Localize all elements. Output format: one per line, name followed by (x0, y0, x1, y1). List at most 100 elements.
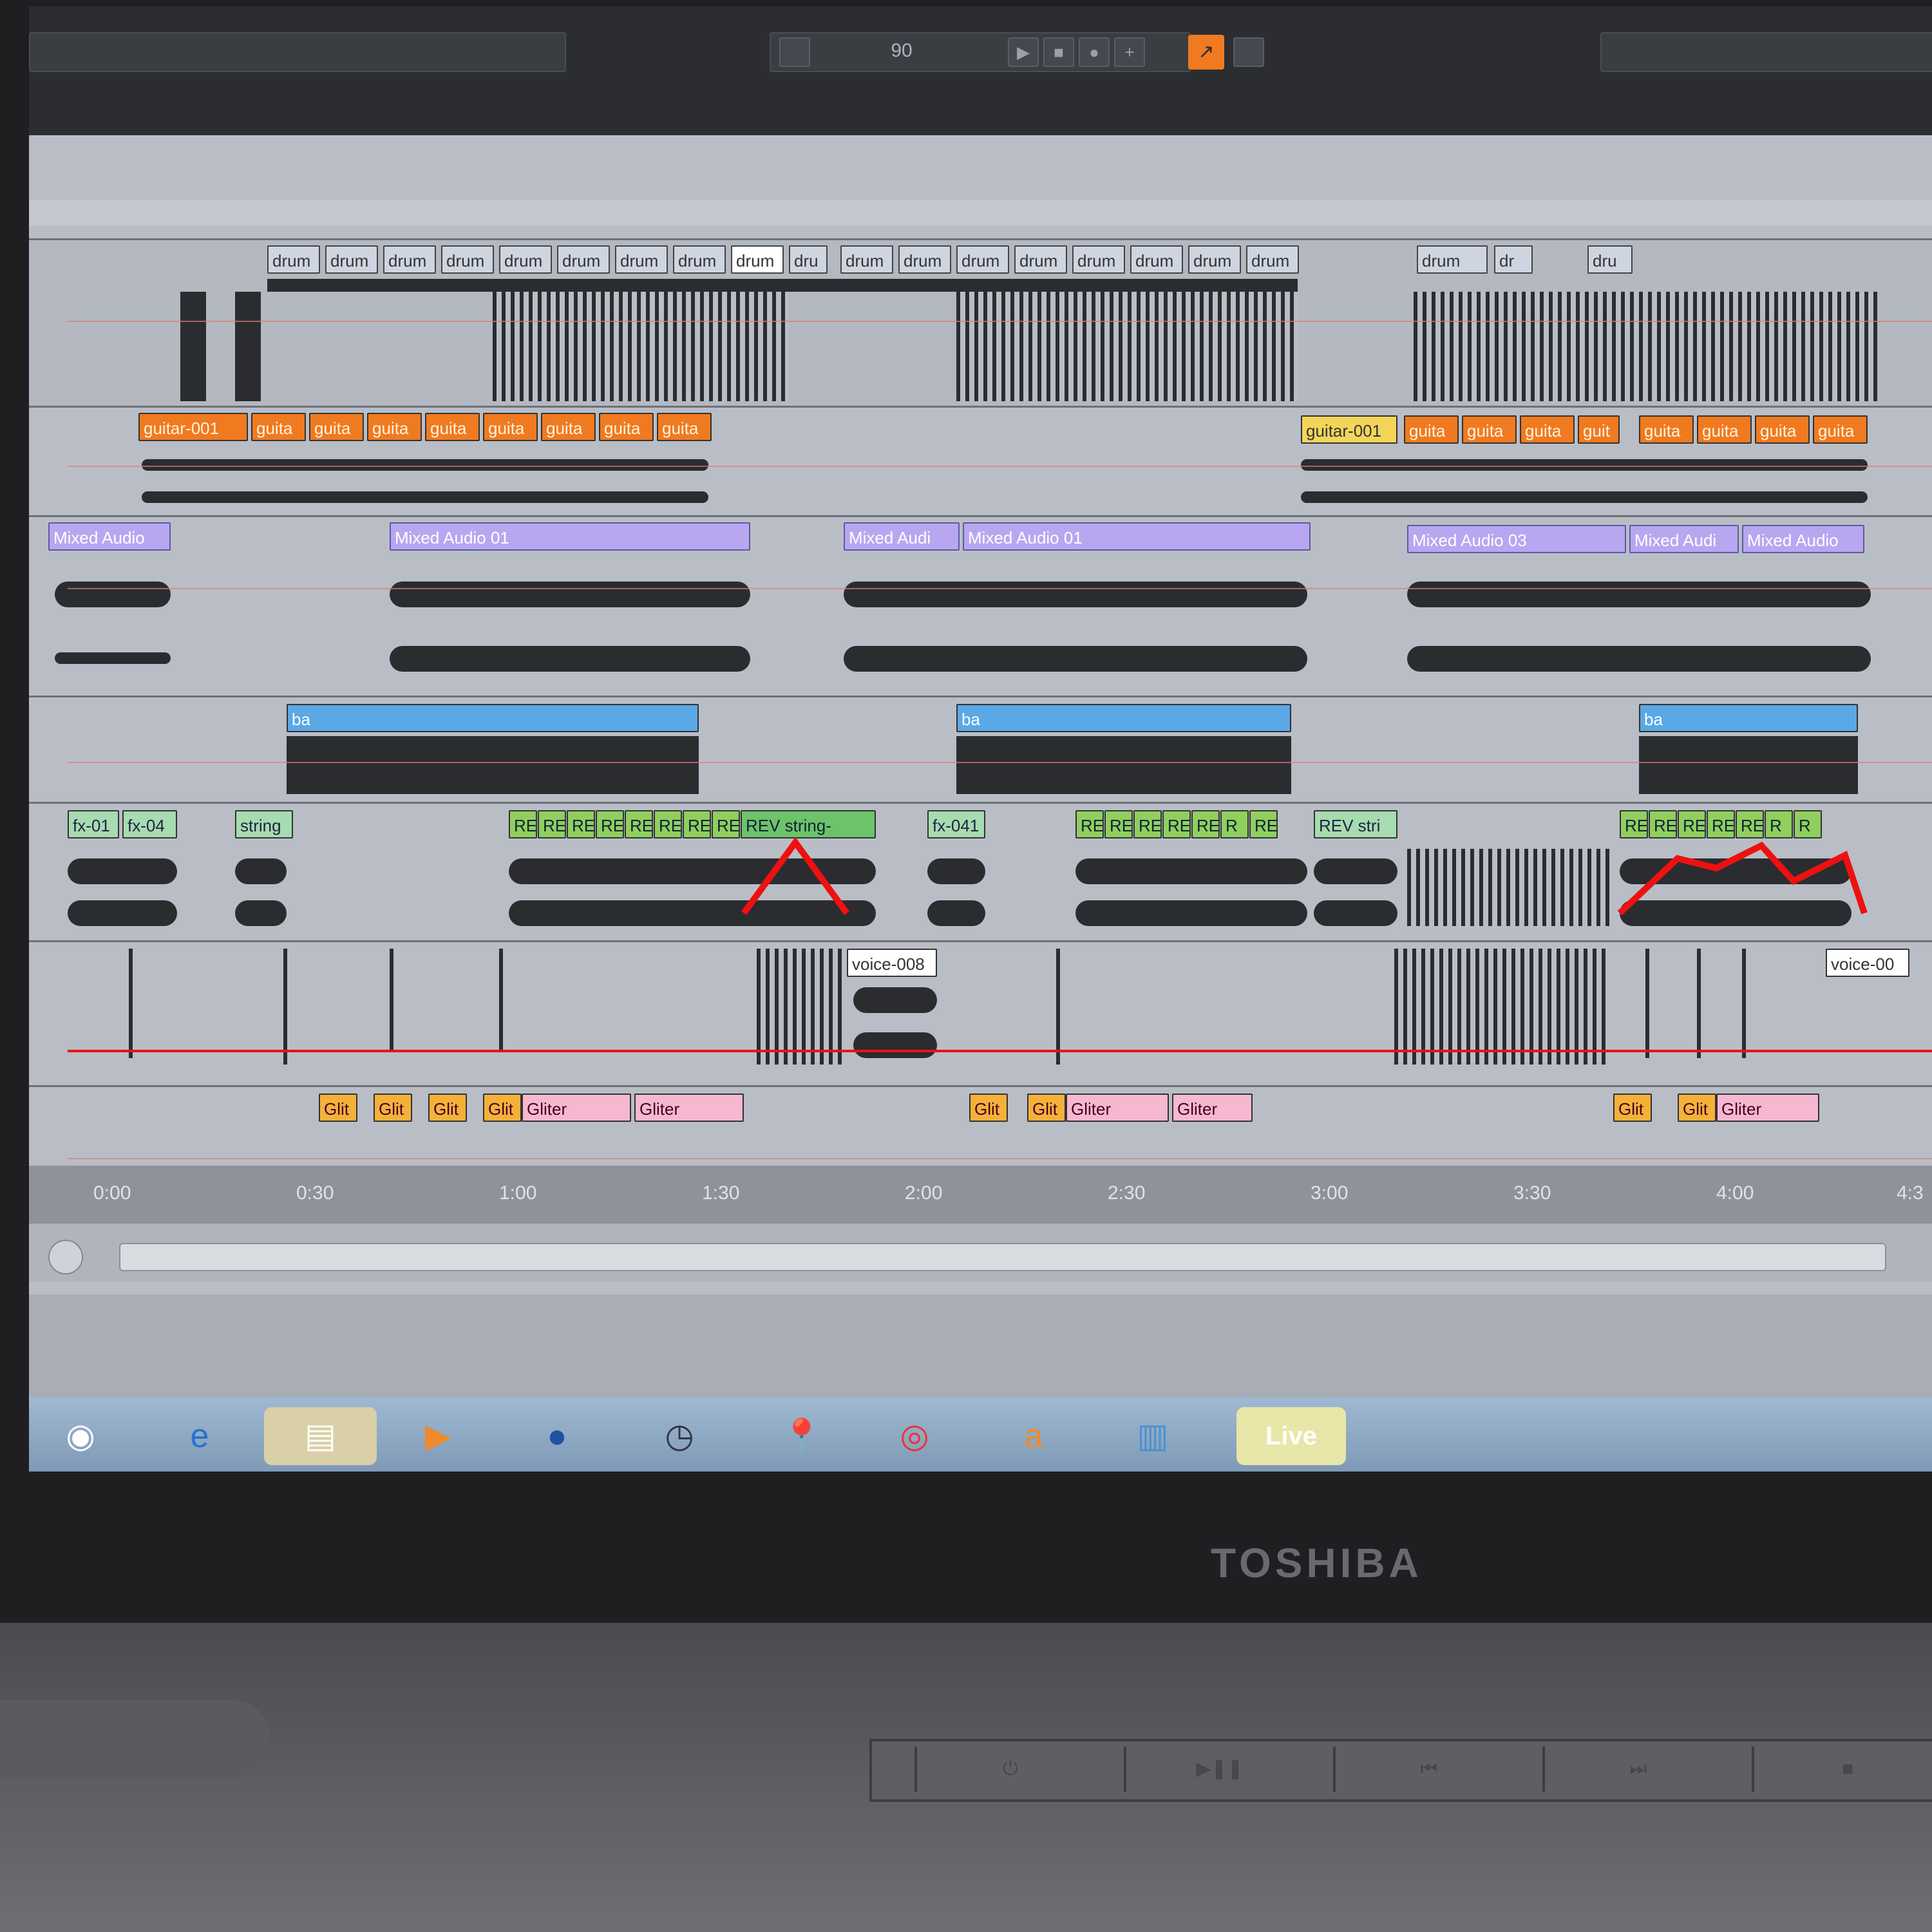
drum-track[interactable]: drum drum drum drum drum drum drum drum … (29, 238, 1932, 408)
drum-clip[interactable]: drum (499, 245, 552, 274)
gliter-clip[interactable]: Gliter (1716, 1094, 1819, 1122)
guitar-clip[interactable]: guita (309, 413, 364, 441)
voice-track[interactable]: voice-008 voice-00 (29, 940, 1932, 1087)
fx-strings-track[interactable]: fx-01 fx-04 string RE RE RE RE RE RE RE … (29, 802, 1932, 942)
drum-clip[interactable]: drum (615, 245, 668, 274)
previous-icon[interactable]: ⏮ (1333, 1747, 1522, 1792)
automation-arm-button[interactable]: ↗ (1188, 35, 1224, 70)
guitar-clip[interactable]: guitar-001 (1301, 415, 1397, 444)
gliter-clip[interactable]: Gliter (634, 1094, 744, 1122)
gliter-clip[interactable]: Gliter (1172, 1094, 1253, 1122)
notepad-button[interactable]: ▥ (1117, 1407, 1188, 1465)
drum-clip[interactable]: drum (267, 245, 320, 274)
user-button[interactable]: ● (522, 1407, 592, 1465)
drum-clip[interactable]: drum (1130, 245, 1183, 274)
overdub-icon[interactable]: + (1114, 37, 1145, 67)
drum-clip[interactable]: drum (1417, 245, 1488, 274)
mixed-audio-clip[interactable]: Mixed Audio 01 (390, 522, 750, 551)
file-explorer-button[interactable]: ▤ (264, 1407, 377, 1465)
guitar-clip[interactable]: guita (1697, 415, 1752, 444)
next-icon[interactable]: ⏭ (1542, 1747, 1732, 1792)
drum-clip[interactable]: drum (1072, 245, 1125, 274)
guitar-clip[interactable]: guita (657, 413, 712, 441)
mixed-audio-clip[interactable]: Mixed Audio 03 (1407, 525, 1626, 553)
tap-button[interactable] (779, 37, 810, 67)
left-control-group[interactable] (29, 32, 566, 72)
guitar-clip[interactable]: guita (1755, 415, 1810, 444)
guitar-track[interactable]: guitar-001 guita guita guita guita guita… (29, 406, 1932, 517)
drum-clip[interactable]: drum (840, 245, 893, 274)
stop-icon[interactable]: ■ (1043, 37, 1074, 67)
drum-clip[interactable]: drum (325, 245, 378, 274)
voice-clip[interactable]: voice-00 (1826, 949, 1909, 977)
guitar-clip[interactable]: guita (1639, 415, 1694, 444)
guitar-clip[interactable]: guita (367, 413, 422, 441)
drum-clip[interactable]: drum (1014, 245, 1067, 274)
mixed-audio-clip[interactable]: Mixed Audio (1742, 525, 1864, 553)
glit-clip[interactable]: Glit (1027, 1094, 1066, 1122)
horizontal-scrollbar[interactable] (119, 1243, 1886, 1271)
guitar-clip[interactable]: guita (425, 413, 480, 441)
bass-clip[interactable]: ba (956, 704, 1291, 732)
automation-envelope[interactable] (29, 804, 1932, 942)
automation-curve[interactable] (741, 837, 850, 915)
drum-clip[interactable]: drum (1246, 245, 1299, 274)
guitar-clip[interactable]: guita (483, 413, 538, 441)
play-follow-button[interactable] (48, 1240, 83, 1274)
drum-clip[interactable]: drum (383, 245, 436, 274)
bass-clip[interactable]: ba (287, 704, 699, 732)
ableton-live-button[interactable]: Live (1236, 1407, 1346, 1465)
guitar-clip[interactable]: guit (1578, 415, 1620, 444)
stop-icon[interactable]: ■ (1752, 1747, 1932, 1792)
guitar-clip[interactable]: guita (1404, 415, 1459, 444)
mixed-audio-clip[interactable]: Mixed Audio (48, 522, 171, 551)
guitar-clip[interactable]: guita (1462, 415, 1517, 444)
record-icon[interactable]: ● (1079, 37, 1110, 67)
gliter-clip[interactable]: Gliter (1066, 1094, 1169, 1122)
gliter-clip[interactable]: Gliter (522, 1094, 631, 1122)
clock-button[interactable]: ◷ (644, 1407, 715, 1465)
drum-clip[interactable]: dru (789, 245, 828, 274)
bass-track[interactable]: ba ba ba (29, 696, 1932, 804)
guitar-clip[interactable]: guitar-001 (138, 413, 248, 441)
play-pause-icon[interactable]: ▶❚❚ (1124, 1747, 1313, 1792)
glit-clip[interactable]: Glit (319, 1094, 357, 1122)
glit-clip[interactable]: Glit (1678, 1094, 1716, 1122)
drum-clip[interactable]: drum (956, 245, 1009, 274)
drum-clip[interactable]: drum (1188, 245, 1241, 274)
power-icon[interactable]: ⏻ (914, 1747, 1104, 1792)
chrome-button[interactable]: ◎ (879, 1407, 950, 1465)
guitar-clip[interactable]: guita (541, 413, 596, 441)
glit-clip[interactable]: Glit (374, 1094, 412, 1122)
avast-button[interactable]: a (998, 1407, 1069, 1465)
windows-start-button[interactable]: ◉ (45, 1407, 116, 1465)
mixed-audio-clip[interactable]: Mixed Audi (844, 522, 960, 551)
drum-clip[interactable]: drum (731, 245, 784, 274)
automation-curve[interactable] (1617, 841, 1868, 916)
right-control-group[interactable] (1600, 32, 1932, 72)
drum-clip[interactable]: drum (557, 245, 610, 274)
drum-clip[interactable]: dr (1494, 245, 1533, 274)
guitar-clip[interactable]: guita (251, 413, 306, 441)
bass-clip[interactable]: ba (1639, 704, 1858, 732)
guitar-clip[interactable]: guita (1813, 415, 1868, 444)
play-icon[interactable]: ▶ (1008, 37, 1039, 67)
tempo-display[interactable]: 90 (866, 35, 937, 67)
drum-clip[interactable]: drum (441, 245, 494, 274)
drum-clip[interactable]: dru (1587, 245, 1633, 274)
drum-clip[interactable]: drum (898, 245, 951, 274)
glit-clip[interactable]: Glit (969, 1094, 1008, 1122)
drum-clip[interactable]: drum (673, 245, 726, 274)
time-ruler[interactable]: 0:00 0:30 1:00 1:30 2:00 2:30 3:00 3:30 … (29, 1166, 1932, 1224)
glit-clip[interactable]: Glit (483, 1094, 522, 1122)
glit-clip[interactable]: Glit (428, 1094, 467, 1122)
loop-button[interactable] (1233, 37, 1264, 67)
glit-clip[interactable]: Glit (1613, 1094, 1652, 1122)
media-player-button[interactable]: ▶ (402, 1407, 473, 1465)
mixed-audio-clip[interactable]: Mixed Audi (1629, 525, 1739, 553)
voice-clip[interactable]: voice-008 (847, 949, 937, 977)
internet-explorer-button[interactable]: e (164, 1407, 235, 1465)
pushpin-button[interactable]: 📍 (766, 1407, 837, 1465)
automation-line[interactable] (68, 1050, 1932, 1052)
guitar-clip[interactable]: guita (1520, 415, 1575, 444)
